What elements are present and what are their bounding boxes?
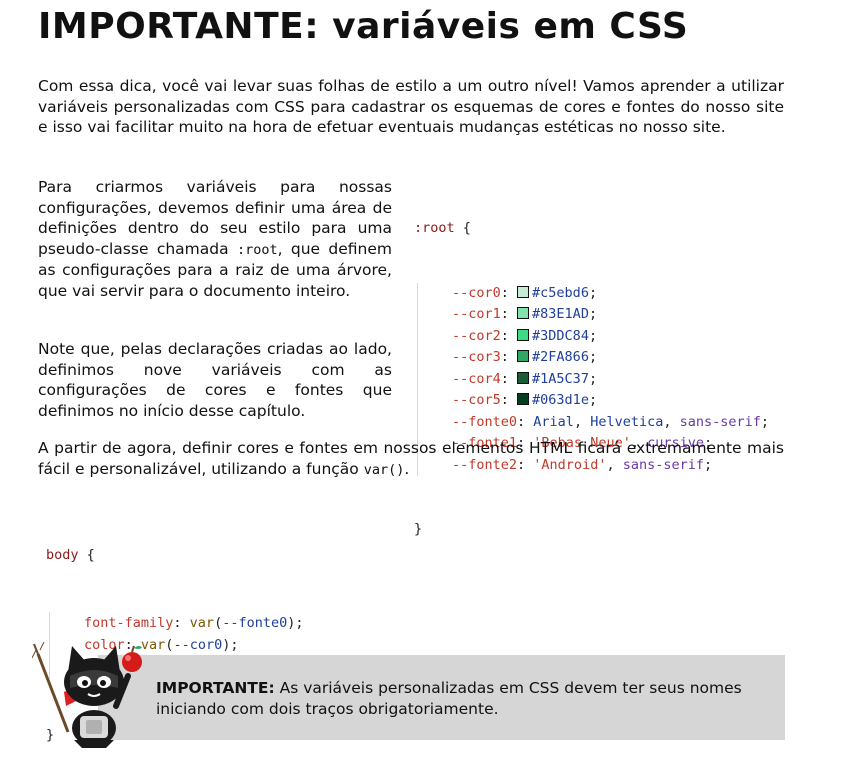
usage-text-after: . (404, 459, 410, 478)
note-paragraph: Note que, pelas declarações criadas ao l… (38, 340, 392, 420)
root-open-brace: { (462, 220, 471, 236)
font-value-token: , (663, 413, 680, 430)
color-variable-value: #063d1e (532, 392, 589, 408)
font-value-token: Helvetica (590, 413, 664, 430)
body-declaration-line: font-family: var(--fonte0); (46, 611, 328, 634)
color-variable-name: --cor2 (452, 327, 501, 344)
color-variable-name: --cor3 (452, 349, 501, 365)
indent-guide (417, 411, 452, 433)
font-value-token: Arial (533, 413, 574, 430)
inline-code-root: :root (236, 241, 278, 258)
indent-guide (49, 611, 84, 634)
color-swatch-icon (517, 307, 530, 319)
css-function-argument: --fonte0 (222, 614, 288, 631)
page-title: IMPORTANTE: variáveis em CSS (38, 6, 689, 47)
indent-guide (417, 304, 452, 326)
indent-guide (417, 282, 452, 304)
indent-guide (417, 390, 452, 412)
color-variable-name: --cor5 (452, 392, 501, 408)
definition-paragraph: Para criarmos variáveis para nossas conf… (38, 177, 392, 301)
inline-code-var: var() (363, 461, 405, 478)
css-function-argument: --cor0 (173, 637, 223, 653)
body-open-brace: { (86, 547, 95, 563)
color-swatch-icon (517, 350, 530, 362)
root-font-line: --fonte0: Arial, Helvetica, sans-serif; (414, 411, 770, 433)
color-variable-value: #1A5C37 (532, 370, 589, 387)
root-color-line: --cor2: #3DDC84; (414, 325, 769, 347)
color-variable-name: --cor0 (452, 284, 501, 301)
font-variable-name: --fonte0 (452, 413, 518, 430)
root-color-line: --cor1: #83E1AD; (414, 304, 769, 326)
color-swatch-icon (517, 328, 530, 341)
color-variable-name: --cor4 (452, 370, 501, 387)
color-swatch-icon (517, 393, 530, 405)
css-property-name: font-family (84, 614, 174, 631)
intro-paragraph: Com essa dica, você vai levar suas folha… (38, 77, 784, 136)
usage-text-before: A partir de agora, definir cores e fonte… (38, 439, 784, 478)
color-variable-value: #c5ebd6 (532, 284, 589, 301)
root-color-line: --cor4: #1A5C37; (414, 368, 769, 390)
callout-text: IMPORTANTE: As variáveis personalizadas … (156, 678, 776, 720)
body-selector: body (46, 547, 79, 563)
font-value-token: ; (760, 413, 770, 430)
root-color-line: --cor5: #063d1e; (414, 390, 769, 412)
color-swatch-icon (517, 371, 530, 384)
css-function-name: var (189, 614, 215, 631)
indent-guide (417, 347, 452, 369)
usage-paragraph: A partir de agora, definir cores e fonte… (38, 438, 784, 480)
font-value-token: sans-serif (679, 413, 761, 430)
indent-guide (417, 325, 452, 347)
color-variable-value: #3DDC84 (532, 327, 589, 344)
root-color-line: --cor3: #2FA866; (414, 347, 769, 369)
root-close-brace: } (414, 521, 423, 537)
color-variable-value: #83E1AD (532, 306, 589, 322)
indent-guide (417, 368, 452, 390)
color-swatch-icon (517, 285, 530, 298)
callout-label: IMPORTANTE: (156, 679, 275, 697)
color-variable-name: --cor1 (452, 306, 501, 322)
root-selector: :root (414, 220, 455, 236)
color-variable-value: #2FA866 (532, 349, 589, 365)
ninja-cat-mascot-icon (32, 641, 142, 748)
root-color-line: --cor0: #c5ebd6; (414, 282, 769, 304)
root-code-block: :root { --cor0: #c5ebd6; --cor1: #83E1AD;… (414, 175, 769, 562)
font-value-token: , (573, 413, 591, 430)
